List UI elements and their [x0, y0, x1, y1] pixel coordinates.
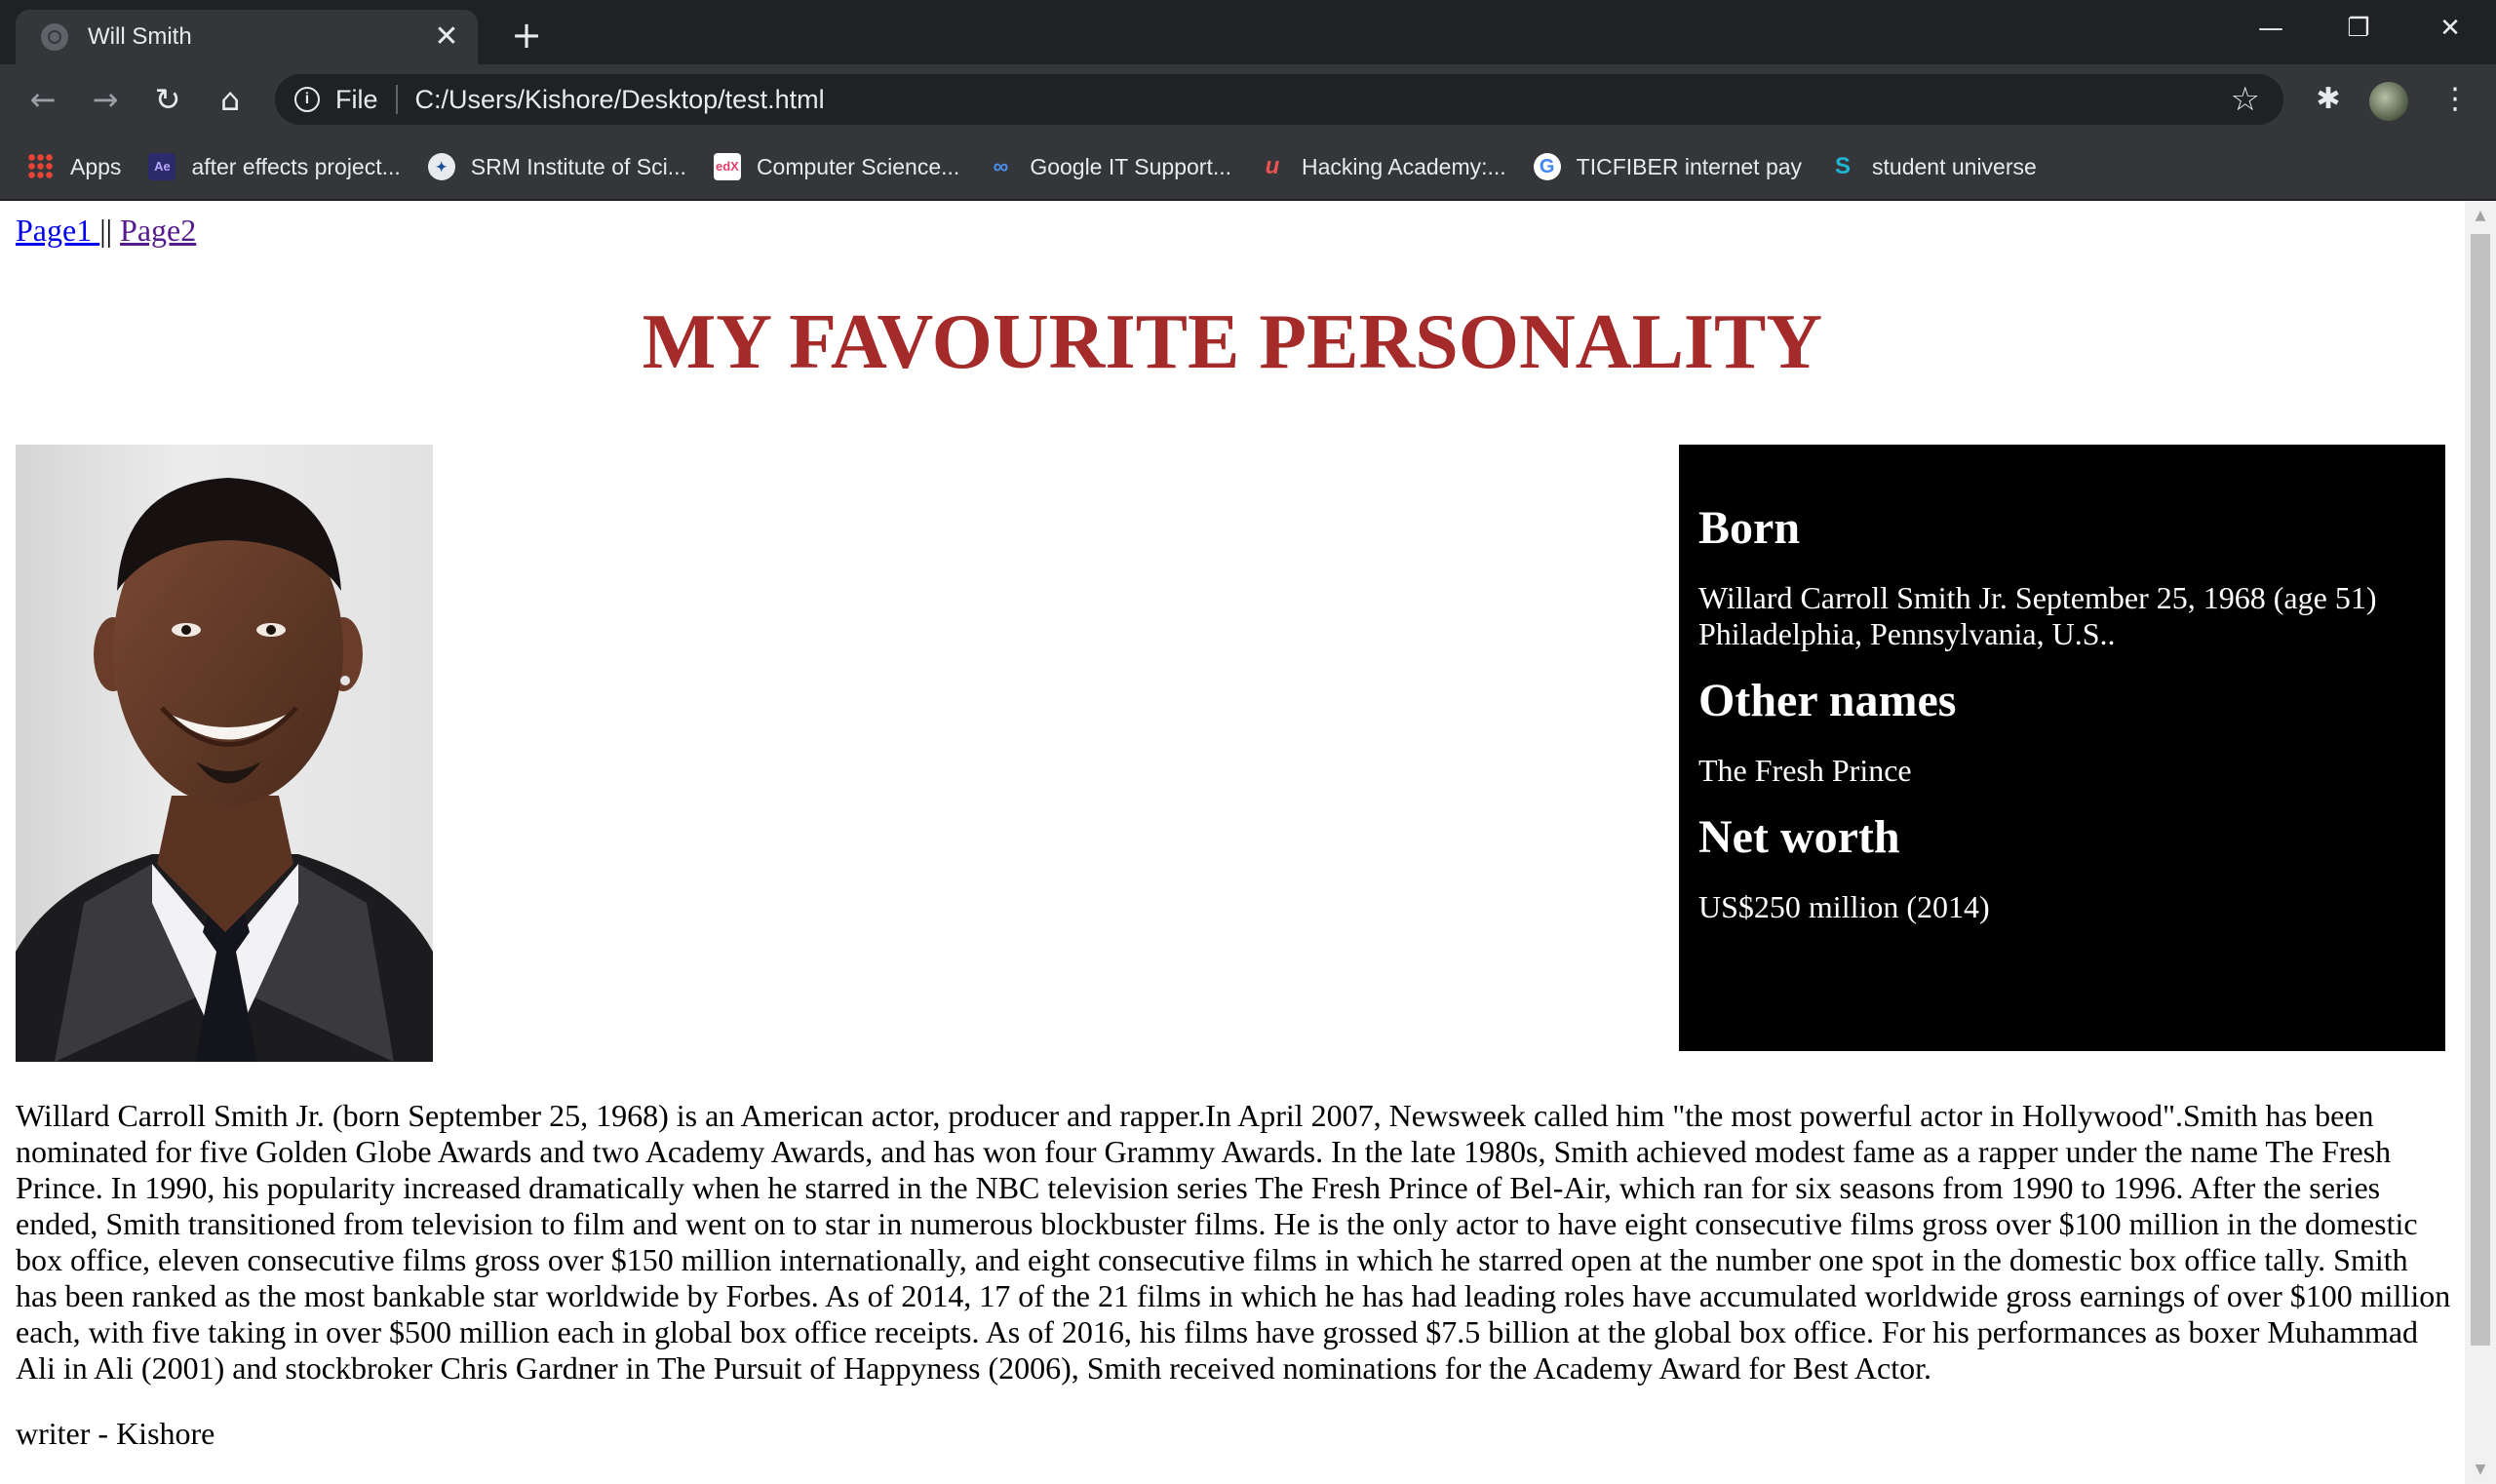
restore-icon[interactable]: ❐ [2315, 0, 2402, 57]
forward-arrow-icon[interactable]: → [82, 76, 129, 123]
vertical-scrollbar[interactable]: ▲ ▼ [2465, 201, 2496, 1484]
address-bar[interactable]: i File C:/Users/Kishore/Desktop/test.htm… [275, 74, 2283, 125]
browser-tab[interactable]: Will Smith ✕ [16, 10, 478, 64]
bookmark-google-it[interactable]: ∞ Google IT Support... [987, 153, 1231, 180]
browser-toolbar: ← → ↻ ⌂ i File C:/Users/Kishore/Desktop/… [0, 64, 2496, 135]
biography-paragraph: Willard Carroll Smith Jr. (born Septembe… [16, 1098, 2451, 1386]
info-box: Born Willard Carroll Smith Jr. September… [1679, 445, 2445, 1051]
minimize-icon[interactable]: — [2227, 0, 2315, 57]
info-icon[interactable]: i [294, 87, 320, 112]
other-names-text: The Fresh Prince [1698, 753, 1912, 788]
bookmark-ticfiber[interactable]: G TICFIBER internet pay [1533, 153, 1803, 180]
student-universe-icon: S [1835, 153, 1852, 179]
net-worth-heading: Net worth [1698, 811, 1900, 863]
bookmark-apps[interactable]: Apps [27, 153, 121, 180]
udemy-icon: u [1265, 153, 1280, 179]
page2-link[interactable]: Page2 [120, 213, 196, 248]
bookmark-label: TICFIBER internet pay [1576, 153, 1803, 179]
net-worth-text: US$250 million (2014) [1698, 889, 1990, 924]
page-title: MY FAVOURITE PERSONALITY [642, 299, 1823, 385]
tab-title: Will Smith [88, 23, 192, 50]
bookmarks-bar: Apps Ae after effects project... ✦ SRM I… [0, 135, 2496, 201]
close-tab-icon[interactable]: ✕ [427, 18, 466, 57]
back-arrow-icon[interactable]: ← [20, 76, 66, 123]
extensions-puzzle-icon[interactable]: ✱ [2307, 78, 2350, 121]
coursera-icon: ∞ [993, 154, 1009, 178]
page-links: Page1 || Page2 [16, 213, 196, 249]
page-viewport: Page1 || Page2 MY FAVOURITE PERSONALITY [0, 201, 2465, 1484]
bookmark-edx[interactable]: edX Computer Science... [713, 153, 960, 180]
divider [395, 85, 398, 114]
bookmark-label: Apps [70, 153, 122, 179]
page1-link[interactable]: Page1 [16, 213, 99, 248]
url-text[interactable]: C:/Users/Kishore/Desktop/test.html [415, 85, 2231, 115]
tab-strip: Will Smith ✕ + — ❐ ✕ [0, 0, 2496, 64]
bookmark-after-effects[interactable]: Ae after effects project... [148, 153, 401, 180]
scroll-down-arrow-icon[interactable]: ▼ [2465, 1455, 2496, 1484]
writer-credit: writer - Kishore [16, 1416, 215, 1451]
home-icon[interactable]: ⌂ [207, 76, 254, 123]
bookmark-label: after effects project... [191, 153, 401, 179]
bookmark-label: Hacking Academy:... [1302, 153, 1506, 179]
more-menu-icon[interactable]: ⋮ [2434, 78, 2476, 121]
bookmark-student-universe[interactable]: S student universe [1829, 153, 2037, 180]
bookmark-label: Computer Science... [756, 153, 960, 179]
close-window-icon[interactable]: ✕ [2406, 0, 2494, 57]
globe-icon [41, 23, 68, 51]
portrait-photo [16, 445, 433, 1062]
apps-grid-icon [27, 153, 55, 180]
bookmark-label: student universe [1872, 153, 2037, 179]
google-icon: G [1533, 153, 1561, 180]
born-text: Willard Carroll Smith Jr. September 25, … [1698, 580, 2377, 651]
bookmark-label: Google IT Support... [1030, 153, 1232, 179]
bookmark-star-icon[interactable]: ☆ [2231, 80, 2260, 119]
srm-icon: ✦ [427, 153, 455, 180]
after-effects-icon: Ae [148, 153, 176, 180]
profile-avatar[interactable] [2369, 82, 2408, 121]
other-names-heading: Other names [1698, 675, 1957, 726]
born-heading: Born [1698, 502, 1801, 554]
scroll-up-arrow-icon[interactable]: ▲ [2465, 201, 2496, 230]
new-tab-button[interactable]: + [503, 12, 550, 59]
link-separator: || [99, 213, 113, 248]
scrollbar-thumb[interactable] [2471, 234, 2490, 1346]
bookmark-hacking-academy[interactable]: u Hacking Academy:... [1259, 153, 1506, 180]
url-scheme: File [335, 84, 378, 114]
bookmark-srm[interactable]: ✦ SRM Institute of Sci... [427, 153, 686, 180]
bookmark-label: SRM Institute of Sci... [470, 153, 686, 179]
reload-icon[interactable]: ↻ [144, 76, 191, 123]
edx-icon: edX [713, 153, 741, 180]
